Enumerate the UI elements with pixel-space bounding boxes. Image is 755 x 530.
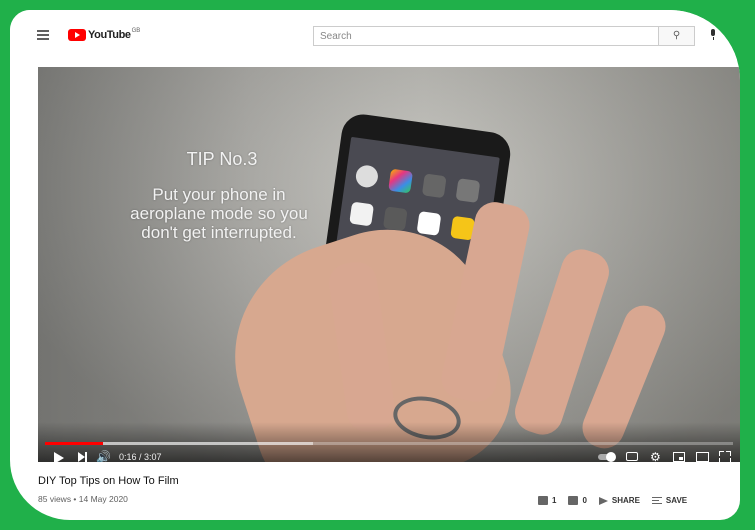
settings-gear-icon[interactable]: ⚙ xyxy=(650,450,661,462)
search-button[interactable]: ⚲ xyxy=(659,26,695,46)
played-bar xyxy=(45,442,104,445)
country-code: GB xyxy=(131,28,141,34)
tip-title: TIP No.3 xyxy=(186,149,258,169)
youtube-logo[interactable]: YouTube GB xyxy=(68,28,140,42)
video-player[interactable]: TIP No.3 Put your phone in aeroplane mod… xyxy=(38,67,740,462)
subtitles-icon[interactable] xyxy=(626,452,638,461)
youtube-play-icon xyxy=(68,29,86,41)
search-input[interactable]: Search xyxy=(313,26,659,46)
progress-bar[interactable] xyxy=(45,442,733,445)
fullscreen-icon[interactable] xyxy=(719,451,731,462)
volume-icon[interactable]: 🔊 xyxy=(96,450,111,462)
hamburger-menu-icon[interactable] xyxy=(37,30,49,40)
miniplayer-icon[interactable] xyxy=(673,452,685,462)
search-icon: ⚲ xyxy=(672,30,681,41)
like-button[interactable]: 1 xyxy=(538,496,556,505)
share-icon xyxy=(598,496,608,505)
share-button[interactable]: SHARE xyxy=(598,496,640,505)
microphone-icon[interactable] xyxy=(707,26,719,46)
playlist-add-icon xyxy=(651,497,662,504)
time-display: 0:16 / 3:07 xyxy=(119,452,162,462)
dislike-button[interactable]: 0 xyxy=(568,496,587,505)
save-button[interactable]: SAVE xyxy=(651,496,687,505)
thumbs-up-icon xyxy=(538,496,548,505)
play-button[interactable] xyxy=(54,452,64,462)
action-bar: 1 0 SHARE SAVE xyxy=(538,496,699,505)
logo-text: YouTube xyxy=(88,29,131,41)
thumbs-down-icon xyxy=(568,496,579,505)
theater-mode-icon[interactable] xyxy=(696,452,709,462)
tip-text: Put your phone in aeroplane mode so you … xyxy=(130,185,308,242)
autoplay-toggle[interactable] xyxy=(598,452,616,462)
youtube-page: YouTube GB Search ⚲ TIP No.3 Put your ph… xyxy=(10,10,740,520)
top-bar: YouTube GB Search ⚲ xyxy=(10,10,740,60)
video-meta: 85 views • 14 May 2020 xyxy=(38,494,128,504)
video-title: DIY Top Tips on How To Film xyxy=(38,475,179,487)
